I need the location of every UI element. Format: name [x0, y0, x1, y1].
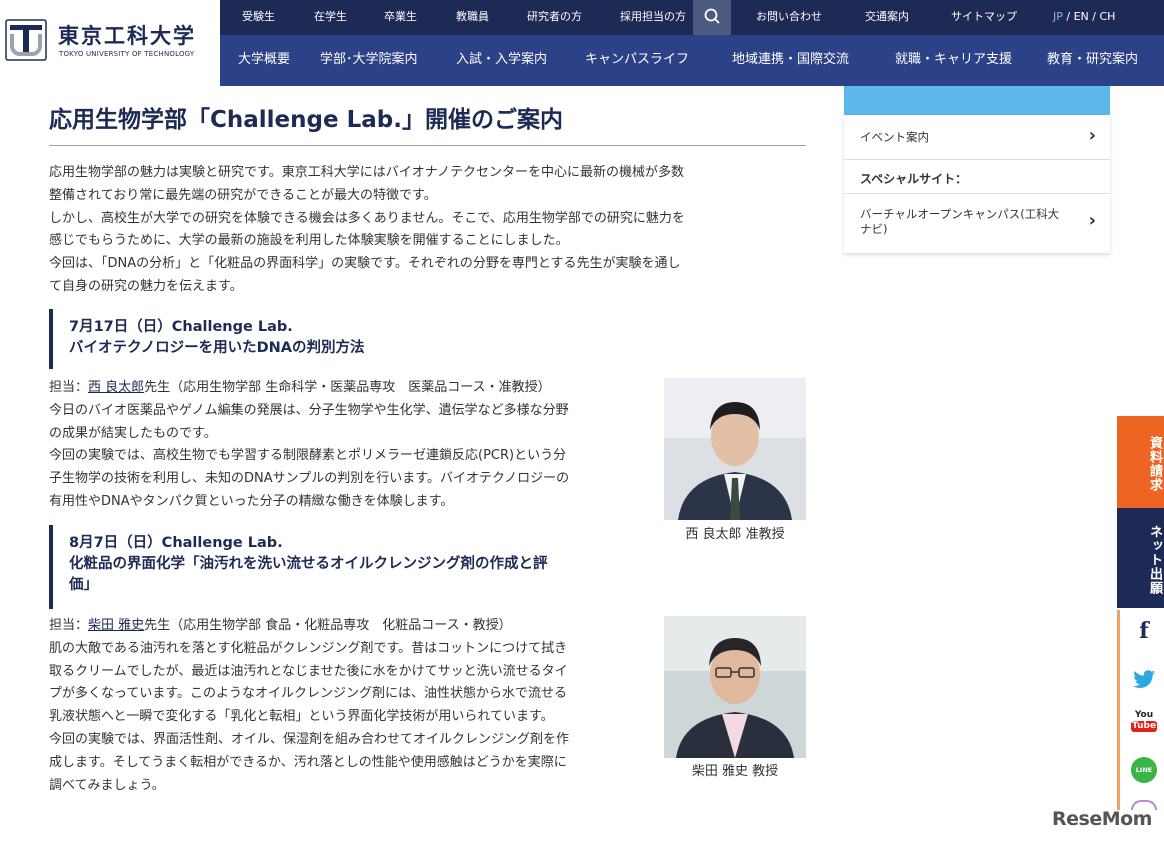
sidebar-item-virtual-open-campus[interactable]: バーチャルオープンキャンパス(工科大 ナビ) ›: [844, 194, 1110, 253]
sidebar-banner: [844, 86, 1110, 115]
logo-subtext: TOKYO UNIVERSITY OF TECHNOLOGY: [59, 50, 195, 58]
youtube-tube: Tube: [1131, 721, 1157, 732]
top-link-sitemap[interactable]: サイトマップ: [951, 0, 1017, 35]
charge-suffix: 先生（応用生物学部 生命科学・医薬品専攻 医薬品コース・准教授）: [144, 380, 551, 395]
event1-line: 今回の実験では、高校生物でも学習する制限酵素とポリメラーゼ連鎖反応(PCR)とい…: [49, 448, 567, 464]
event2-heading: 8月7日（日）Challenge Lab. 化粧品の界面化学「油汚れを洗い流せる…: [49, 525, 806, 609]
teacher-photo-nishi: [664, 378, 806, 520]
language-switcher: JP / EN / CH: [1053, 0, 1115, 35]
nav-career[interactable]: 就職・キャリア支援: [895, 35, 1012, 86]
top-link-alumni[interactable]: 卒業生: [384, 0, 417, 35]
event2-line: プが多くなっています。このようなオイルクレンジング剤には、油性状態から水で流せる: [49, 686, 568, 702]
sidebar-item-label: バーチャルオープンキャンパス(工科大 ナビ): [860, 207, 1059, 237]
lang-ch[interactable]: / CH: [1092, 10, 1115, 23]
online-application-label: ネット出願: [1147, 525, 1162, 595]
top-link-researchers[interactable]: 研究者の方: [527, 0, 582, 35]
top-link-applicants[interactable]: 受験生: [242, 0, 275, 35]
top-bar: 受験生 在学生 卒業生 教職員 研究者の方 採用担当の方 お問い合わせ 交通案内…: [220, 0, 1164, 35]
event2-date: 8月7日（日）Challenge Lab.: [69, 535, 283, 551]
teacher-photo-shibata: [664, 616, 806, 758]
event2-line: 成します。そしてうまく転相ができるか、汚れ落としの性能や使用感触はどうかを実際に: [49, 754, 567, 770]
search-icon: [704, 8, 720, 24]
event1-line: の成果が結実したものです。: [49, 425, 217, 441]
event1-line: 今日のバイオ医薬品やゲノム編集の発展は、分子生物学や生化学、遺伝学など多様な分野: [49, 402, 569, 418]
portrait-image: [664, 378, 806, 520]
event1-heading: 7月17日（日）Challenge Lab. バイオテクノロジーを用いたDNAの…: [49, 309, 806, 369]
intro-line: 感じでもらうために、大学の最新の施設を利用した体験実験を開催することにしました。: [49, 233, 569, 249]
event1-title: バイオテクノロジーを用いたDNAの判別方法: [69, 340, 365, 356]
charge-suffix: 先生（応用生物学部 食品・化粧品専攻 化粧品コース・教授）: [144, 618, 512, 633]
event1-date: 7月17日（日）Challenge Lab.: [69, 319, 293, 335]
event2-title: 化粧品の界面化学「油汚れを洗い流せるオイルクレンジング剤の作成と評: [69, 556, 548, 572]
event2-line: 肌の大敵である油汚れを落とす化粧品がクレンジング剤です。昔はコットンにつけて拭き: [49, 640, 568, 656]
twitter-icon[interactable]: [1131, 666, 1157, 692]
intro-line: しかし、高校生が大学での研究を体験できる機会は多くありません。そこで、応用生物学…: [49, 210, 685, 226]
intro-line: 整備されており常に最先端の研究ができることが最大の特徴です。: [49, 187, 437, 203]
event2-line: 乳液状態へと一瞬で変化する「乳化と転相」という界面化学技術が用いられています。: [49, 709, 554, 725]
sidebar-link-line: バーチャルオープンキャンパス(工科大: [860, 207, 1060, 221]
main-navigation: 大学概要 学部･大学院案内 入試・入学案内 キャンパスライフ 地域連携・国際交流…: [220, 35, 1164, 86]
logo-text: 東京工科大学: [58, 23, 196, 48]
sidebar-section-special: スペシャルサイト：: [844, 160, 1110, 194]
request-materials-button[interactable]: 資料請求: [1117, 416, 1164, 508]
teacher-link-shibata[interactable]: 柴田 雅史: [88, 618, 144, 633]
portrait-image: [664, 616, 806, 758]
top-link-students[interactable]: 在学生: [314, 0, 347, 35]
intro-line: て自身の研究の魅力を伝えます。: [49, 278, 243, 294]
online-application-button[interactable]: ネット出願: [1117, 508, 1164, 608]
event2-charge: 担当：柴田 雅史先生（応用生物学部 食品・化粧品専攻 化粧品コース・教授）: [49, 615, 661, 638]
lang-en[interactable]: / EN: [1066, 10, 1088, 23]
event1-line: 子生物学の技術を利用し、未知のDNAサンプルの判別を行います。バイオテクノロジー…: [49, 471, 570, 487]
intro-line: 今回は、「DNAの分析」と「化粧品の界面科学」の実験です。それぞれの分野を専門と…: [49, 256, 681, 272]
top-link-recruiters[interactable]: 採用担当の方: [620, 0, 686, 35]
page-title: 応用生物学部「Challenge Lab.」開催のご案内: [49, 100, 806, 146]
twitter-bird-icon: [1133, 670, 1155, 688]
chevron-right-icon: ›: [1088, 210, 1096, 231]
event1-line: 有用性やDNAやタンパク質といった分子の精緻な働きを体験します。: [49, 493, 454, 509]
event1-charge: 担当：西 良太郎先生（応用生物学部 生命科学・医薬品専攻 医薬品コース・准教授）: [49, 377, 661, 400]
top-link-contact[interactable]: お問い合わせ: [756, 0, 822, 35]
sidebar-link-line: ナビ): [860, 222, 888, 236]
youtube-you: You: [1134, 710, 1154, 720]
nav-community[interactable]: 地域連携・国際交流: [732, 35, 849, 86]
charge-prefix: 担当：: [49, 380, 89, 395]
sns-links: f You Tube LINE: [1117, 610, 1164, 810]
facebook-icon[interactable]: f: [1131, 618, 1157, 644]
charge-prefix: 担当：: [49, 618, 89, 633]
chevron-right-icon: ›: [1088, 125, 1096, 146]
event2-title-cont: 価」: [69, 577, 98, 593]
nav-campus-life[interactable]: キャンパスライフ: [585, 35, 689, 86]
intro-line: 応用生物学部の魅力は実験と研究です。東京工科大学にはバイオナノテクセンターを中心…: [49, 165, 685, 180]
site-logo[interactable]: 東京工科大学 TOKYO UNIVERSITY OF TECHNOLOGY: [0, 0, 220, 86]
intro-text: 応用生物学部の魅力は実験と研究です。東京工科大学にはバイオナノテクセンターを中心…: [49, 162, 806, 299]
lang-jp[interactable]: JP: [1053, 10, 1063, 23]
nav-education-research[interactable]: 教育・研究案内: [1047, 35, 1138, 86]
event1-body: 担当：西 良太郎先生（応用生物学部 生命科学・医薬品専攻 医薬品コース・准教授）…: [49, 377, 661, 514]
watermark-logo: ReseMom: [1052, 808, 1152, 830]
sidebar-section-heading: スペシャルサイト：: [860, 172, 968, 186]
event2-body: 担当：柴田 雅史先生（応用生物学部 食品・化粧品専攻 化粧品コース・教授） 肌の…: [49, 615, 661, 797]
youtube-icon[interactable]: You Tube: [1131, 710, 1157, 738]
search-button[interactable]: [693, 0, 731, 35]
line-icon[interactable]: LINE: [1131, 757, 1157, 783]
teacher-link-nishi[interactable]: 西 良太郎: [88, 380, 144, 395]
sidebar-item-label: イベント案内: [860, 130, 929, 144]
university-logo-icon: [5, 19, 47, 61]
top-link-staff[interactable]: 教職員: [456, 0, 489, 35]
event2-line: 取るクリームでしたが、最近は油汚れとなじませた後に水をかけてサッと洗い流せるタイ: [49, 663, 568, 679]
top-link-access[interactable]: 交通案内: [865, 0, 909, 35]
event2-line: 今回の実験では、界面活性剤、オイル、保湿剤を組み合わせてオイルクレンジング剤を作: [49, 731, 570, 747]
sidebar-item-events[interactable]: イベント案内 ›: [844, 115, 1110, 160]
sidebar-menu: イベント案内 › スペシャルサイト： バーチャルオープンキャンパス(工科大 ナビ…: [844, 115, 1110, 253]
nav-about[interactable]: 大学概要: [238, 35, 290, 86]
nav-admissions[interactable]: 入試・入学案内: [456, 35, 547, 86]
request-materials-label: 資料請求: [1147, 436, 1162, 492]
nav-faculties[interactable]: 学部･大学院案内: [320, 35, 418, 86]
teacher-caption-shibata: 柴田 雅史 教授: [691, 764, 779, 779]
event2-line: 調べてみましょう。: [49, 777, 165, 793]
